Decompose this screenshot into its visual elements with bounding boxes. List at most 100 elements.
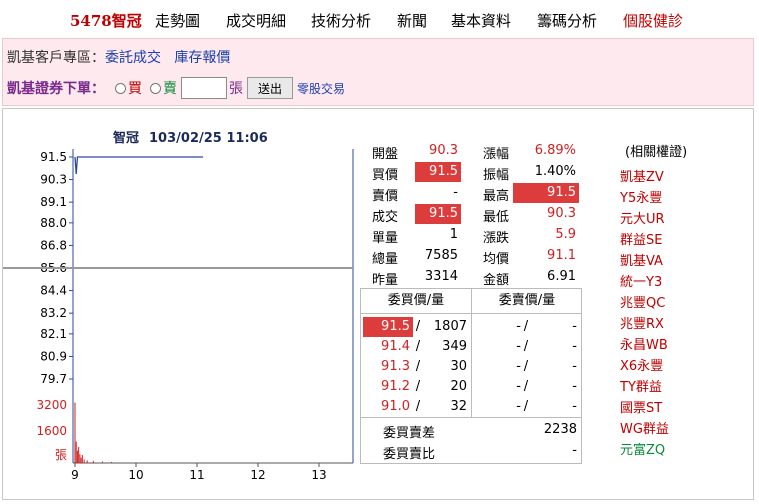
- stock-nav-bar: 5478智冠 走勢圖 成交明細 技術分析 新聞 基本資料 籌碼分析 個股健診: [0, 0, 759, 38]
- book-sell-header: 委賣價/量: [498, 293, 556, 308]
- nav-chip-analysis[interactable]: 籌碼分析: [537, 10, 597, 31]
- nav-basic-info[interactable]: 基本資料: [451, 10, 511, 31]
- warrant-link[interactable]: WG群益: [620, 418, 669, 437]
- odd-lot-link[interactable]: 零股交易: [297, 80, 345, 97]
- warrant-link[interactable]: 群益SE: [620, 229, 662, 248]
- price-tick-label: 83.2: [40, 306, 67, 320]
- client-zone-label: 凱基客戶專區：: [7, 50, 105, 66]
- time-tick-label: 12: [250, 468, 265, 482]
- volume-tick-label: 1600: [36, 424, 67, 438]
- quote-label: 漲跌: [483, 231, 510, 246]
- inventory-quote-link[interactable]: 庫存報價: [174, 50, 230, 66]
- book-bid-qty: 32: [450, 399, 467, 414]
- book-separator: /: [415, 379, 421, 394]
- nav-trade-details[interactable]: 成交明細: [226, 10, 286, 31]
- book-ask-qty: -: [572, 319, 577, 334]
- book-ask-price: -: [516, 319, 521, 334]
- warrant-link[interactable]: 兆豐QC: [620, 292, 665, 311]
- book-ask-qty: -: [572, 359, 577, 374]
- warrant-link[interactable]: Y5永豐: [620, 187, 662, 206]
- nav-stock-title[interactable]: 5478智冠: [70, 10, 142, 31]
- book-bid-price: 91.5: [363, 317, 413, 337]
- related-warrants-title: (相關權證): [625, 145, 688, 160]
- quote-value: 91.5: [415, 204, 461, 224]
- order-book: 委買價/量 委賣價/量 91.5/1807- / -91.4/349- / -91.3/…: [360, 288, 582, 464]
- book-ask-price: -: [516, 359, 521, 374]
- quote-value: 1: [449, 227, 458, 242]
- quote-label: 賣價: [372, 189, 399, 204]
- book-bid-price: 91.0: [381, 399, 410, 414]
- quote-label: 昨量: [372, 273, 399, 288]
- buy-radio[interactable]: [115, 82, 126, 94]
- price-tick-label: 82.1: [40, 327, 67, 341]
- price-tick-label: 90.3: [40, 173, 67, 187]
- nav-technical-analysis[interactable]: 技術分析: [311, 10, 371, 31]
- book-ask-qty: -: [572, 379, 577, 394]
- quote-label: 金額: [483, 273, 510, 288]
- book-bid-qty: 1807: [433, 319, 467, 334]
- warrant-link[interactable]: 元富ZQ: [620, 439, 665, 458]
- warrant-link[interactable]: 兆豐RX: [620, 313, 664, 332]
- quote-label: 總量: [372, 252, 399, 267]
- quote-value: 5.9: [555, 227, 576, 242]
- book-ask-qty: -: [572, 339, 577, 354]
- book-ask-qty: -: [572, 399, 577, 414]
- unit-label: 張: [229, 81, 243, 97]
- quote-label: 成交: [372, 210, 399, 225]
- book-separator: /: [415, 399, 421, 414]
- book-separator: /: [523, 359, 529, 374]
- quote-label: 買價: [372, 168, 399, 183]
- quote-value: 90.3: [547, 206, 576, 221]
- warrant-link[interactable]: 統一Y3: [620, 271, 662, 290]
- quote-label: 最低: [483, 210, 510, 225]
- book-buy-header: 委買價/量: [387, 293, 445, 308]
- send-button[interactable]: 送出: [247, 77, 294, 99]
- nav-trend-chart[interactable]: 走勢圖: [155, 10, 200, 31]
- book-bid-qty: 30: [450, 359, 467, 374]
- quote-value: 7585: [424, 248, 458, 263]
- client-zone-row: 凱基客戶專區：委託成交 庫存報價: [7, 47, 230, 67]
- price-tick-label: 80.9: [40, 349, 67, 363]
- quote-value: 91.5: [415, 162, 461, 182]
- nav-news[interactable]: 新聞: [397, 10, 427, 31]
- quote-label: 漲幅: [483, 147, 510, 162]
- price-tick-label: 91.5: [40, 150, 67, 164]
- quote-label: 振幅: [483, 168, 510, 183]
- time-tick-label: 10: [128, 468, 143, 482]
- book-bid-qty: 349: [442, 339, 467, 354]
- quote-label: 單量: [372, 231, 399, 246]
- order-entry-row: 凱基證券下單： 買 賣 張 送出 零股交易: [7, 77, 345, 99]
- warrant-link[interactable]: 凱基ZV: [620, 166, 664, 185]
- warrant-link[interactable]: TY群益: [620, 376, 662, 395]
- book-ask-price: -: [516, 339, 521, 354]
- price-tick-label: 88.0: [40, 216, 67, 230]
- volume-tick-label: 3200: [36, 398, 67, 412]
- intraday-chart: 91.590.389.188.086.885.684.483.282.180.9…: [3, 149, 354, 482]
- book-bid-price: 91.2: [381, 379, 410, 394]
- quantity-input[interactable]: [181, 77, 227, 99]
- price-tick-label: 86.8: [40, 238, 67, 252]
- warrant-link[interactable]: 國票ST: [620, 397, 662, 416]
- warrant-link[interactable]: 凱基VA: [620, 250, 663, 269]
- book-separator: /: [523, 379, 529, 394]
- book-separator: /: [523, 339, 529, 354]
- nav-stock-checkup[interactable]: 個股健診: [623, 10, 683, 31]
- book-separator: /: [415, 319, 421, 334]
- sell-radio[interactable]: [150, 82, 161, 94]
- book-bid-price: 91.4: [381, 339, 410, 354]
- quote-label: 均價: [483, 252, 510, 267]
- time-tick-label: 13: [311, 468, 326, 482]
- quote-value: 3314: [424, 269, 458, 284]
- warrant-link[interactable]: 永昌WB: [620, 334, 668, 353]
- order-label: 凱基證券下單：: [7, 81, 105, 97]
- bid-ask-ratio-label: 委買賣比: [383, 447, 436, 462]
- warrant-link[interactable]: 元大UR: [620, 208, 665, 227]
- quote-value: 90.3: [429, 143, 458, 158]
- warrant-link[interactable]: X6永豐: [620, 355, 663, 374]
- price-tick-label: 84.4: [40, 284, 67, 298]
- book-separator: /: [415, 339, 421, 354]
- order-panel: 凱基客戶專區：委託成交 庫存報價 凱基證券下單： 買 賣 張 送出 零股交易: [2, 38, 754, 106]
- quote-label: 開盤: [372, 147, 399, 162]
- quote-panel: 智冠 103/02/25 11:06 91.5 90.3 89.1 88.0 86.8 85…: [2, 108, 754, 500]
- orders-filled-link[interactable]: 委託成交: [105, 50, 161, 66]
